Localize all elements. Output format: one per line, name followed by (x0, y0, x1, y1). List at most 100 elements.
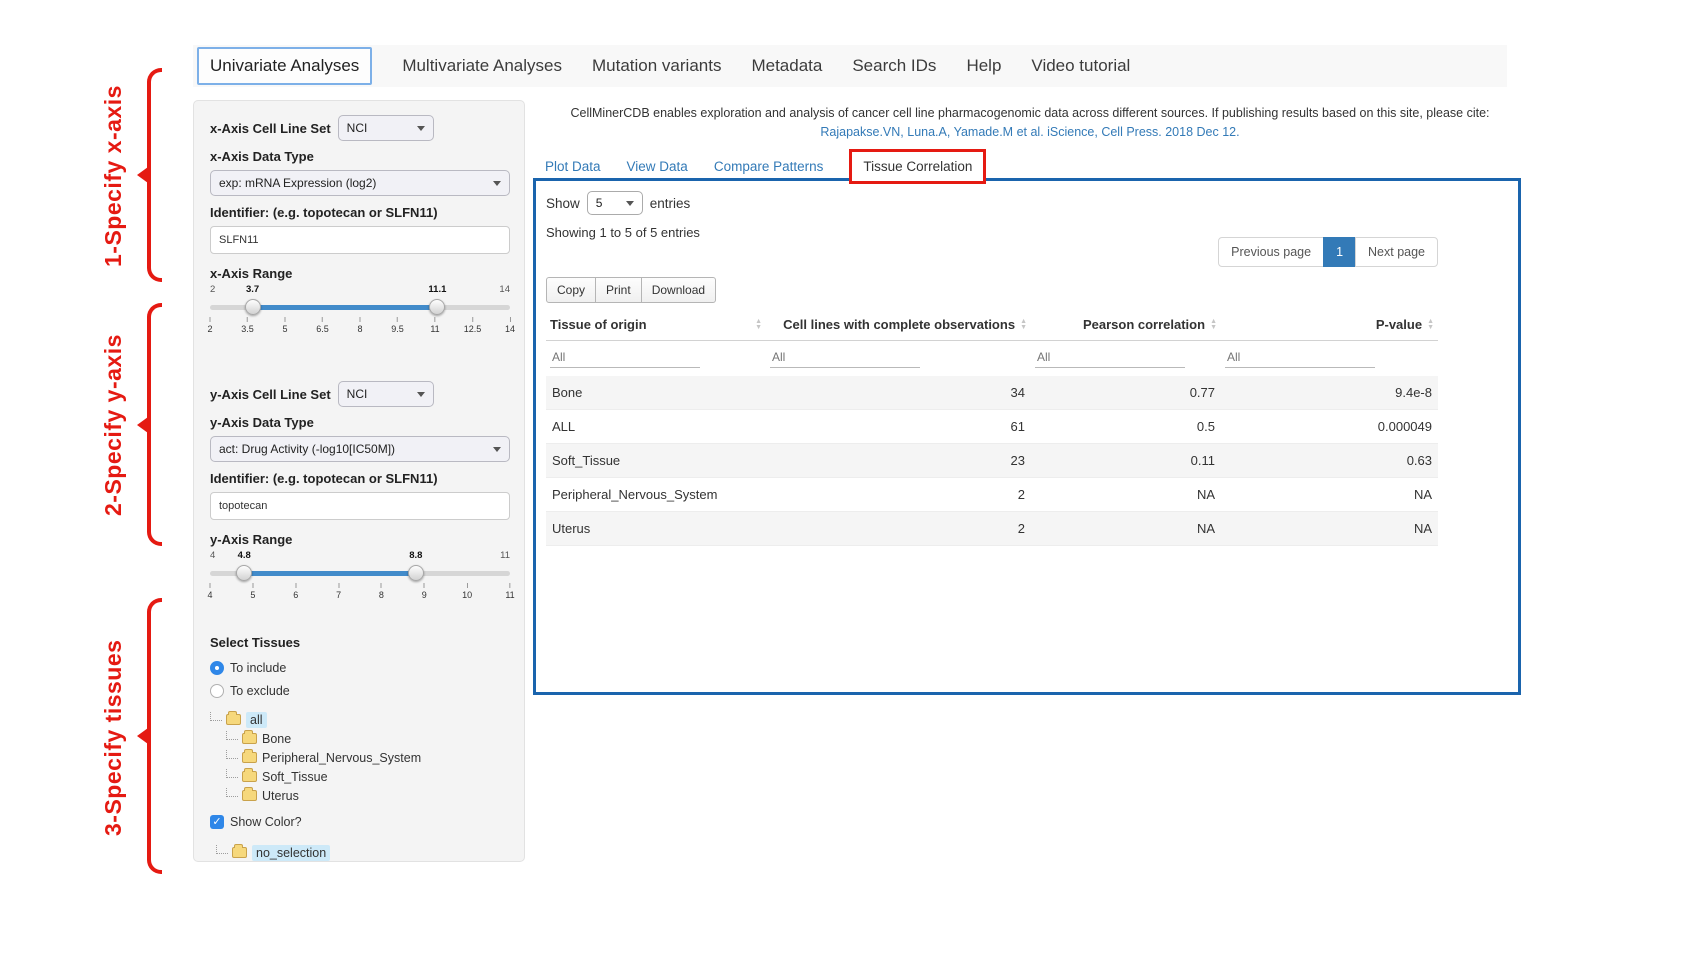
cell-pearson: 0.11 (1031, 444, 1221, 478)
y-range-fill (244, 571, 416, 576)
column-header-p-value[interactable]: P-value ▲▼ (1221, 311, 1438, 341)
tab-video-tutorial[interactable]: Video tutorial (1031, 56, 1130, 76)
folder-icon (242, 790, 257, 801)
sort-icon[interactable]: ▲▼ (1210, 319, 1217, 331)
x-data-type-value: exp: mRNA Expression (log2) (219, 176, 376, 190)
tab-univariate-analyses[interactable]: Univariate Analyses (197, 47, 372, 85)
y-data-type-select[interactable]: act: Drug Activity (-log10[IC50M]) (210, 436, 510, 462)
download-button[interactable]: Download (641, 277, 716, 303)
filter-pearson-input[interactable] (1035, 347, 1185, 368)
tree-node-no-selection[interactable]: no_selection (216, 843, 508, 862)
y-range-max-label: 11 (500, 550, 510, 561)
select-tissues-title: Select Tissues (210, 635, 508, 651)
cell-p-value: 0.63 (1221, 444, 1438, 478)
x-cell-line-set-value: NCI (347, 121, 368, 135)
tree-node-all[interactable]: all (210, 710, 508, 729)
column-header-pearson-correlation[interactable]: Pearson correlation ▲▼ (1031, 311, 1221, 341)
folder-icon (242, 733, 257, 744)
tab-search-ids[interactable]: Search IDs (852, 56, 936, 76)
subtab-plot-data[interactable]: Plot Data (545, 159, 601, 174)
include-radio[interactable] (210, 661, 224, 675)
citation-text: CellMinerCDB enables exploration and ana… (540, 104, 1520, 123)
x-range-handle-high[interactable] (429, 299, 445, 315)
annotation-step1-bracket (147, 68, 162, 282)
folder-icon (232, 847, 247, 858)
y-data-type-value: act: Drug Activity (-log10[IC50M]) (219, 442, 395, 456)
filter-tissue-of-origin-input[interactable] (550, 347, 700, 368)
tab-mutation-variants[interactable]: Mutation variants (592, 56, 721, 76)
tree-node-soft-tissue[interactable]: Soft_Tissue (226, 767, 508, 786)
print-button[interactable]: Print (595, 277, 642, 303)
tree-connector (226, 731, 238, 740)
y-range-handle-low[interactable] (236, 565, 252, 581)
sort-icon[interactable]: ▲▼ (1020, 319, 1027, 331)
cell-p-value: 0.000049 (1221, 410, 1438, 444)
y-range-track[interactable] (210, 565, 510, 581)
y-range-to-label: 8.8 (409, 550, 422, 561)
show-entries-control: Show 5 entries (546, 191, 690, 215)
subtab-compare-patterns[interactable]: Compare Patterns (714, 159, 824, 174)
citation-link[interactable]: Rajapakse.VN, Luna.A, Yamade.M et al. iS… (820, 125, 1239, 139)
column-header-cell-lines[interactable]: Cell lines with complete observations ▲▼ (766, 311, 1031, 341)
cell-cell-lines: 34 (766, 376, 1031, 410)
y-range-ticks: 4 5 6 7 8 9 10 11 (210, 583, 510, 607)
x-data-type-select[interactable]: exp: mRNA Expression (log2) (210, 170, 510, 196)
tree-connector (226, 769, 238, 778)
previous-page-button[interactable]: Previous page (1218, 237, 1324, 267)
entries-count-select[interactable]: 5 (587, 191, 643, 215)
tab-help[interactable]: Help (966, 56, 1001, 76)
y-cell-line-set-value: NCI (347, 387, 368, 401)
cell-pearson: NA (1031, 478, 1221, 512)
table-row: ALL 61 0.5 0.000049 (546, 410, 1438, 444)
x-range-handle-low[interactable] (245, 299, 261, 315)
cell-cell-lines: 23 (766, 444, 1031, 478)
next-page-button[interactable]: Next page (1355, 237, 1438, 267)
cell-tissue: ALL (546, 410, 766, 444)
subtab-tissue-correlation[interactable]: Tissue Correlation (849, 149, 986, 184)
y-range-from-label: 4.8 (238, 550, 251, 561)
tree-node-bone[interactable]: Bone (226, 729, 508, 748)
y-range-min-label: 4 (210, 550, 215, 561)
show-color-label: Show Color? (230, 815, 302, 829)
x-identifier-input[interactable] (210, 226, 510, 254)
cell-pearson: 0.5 (1031, 410, 1221, 444)
y-range-slider: 4 4.8 8.8 11 4 5 6 7 8 9 10 11 (210, 550, 510, 607)
tree-node-peripheral-nervous-system[interactable]: Peripheral_Nervous_System (226, 748, 508, 767)
x-cell-line-set-label: x-Axis Cell Line Set (210, 121, 331, 136)
filter-cell-lines-input[interactable] (770, 347, 920, 368)
show-color-checkbox[interactable]: ✓ (210, 815, 224, 829)
y-range-handle-high[interactable] (408, 565, 424, 581)
analysis-subtabs: Plot Data View Data Compare Patterns Tis… (545, 149, 986, 184)
exclude-radio-label: To exclude (230, 684, 290, 698)
x-range-track[interactable] (210, 299, 510, 315)
exclude-radio[interactable] (210, 684, 224, 698)
y-cell-line-set-label: y-Axis Cell Line Set (210, 387, 331, 402)
chevron-down-icon (493, 447, 501, 452)
sort-icon[interactable]: ▲▼ (1427, 319, 1434, 331)
column-header-tissue-of-origin[interactable]: Tissue of origin ▲▼ (546, 311, 766, 341)
y-data-type-label: y-Axis Data Type (210, 415, 508, 431)
cell-tissue: Uterus (546, 512, 766, 546)
entries-count-value: 5 (596, 196, 603, 210)
copy-button[interactable]: Copy (546, 277, 596, 303)
folder-icon (242, 752, 257, 763)
tree-node-uterus[interactable]: Uterus (226, 786, 508, 805)
showing-entries-text: Showing 1 to 5 of 5 entries (546, 225, 700, 240)
controls-sidebar: x-Axis Cell Line Set NCI x-Axis Data Typ… (193, 100, 525, 862)
filter-p-value-input[interactable] (1225, 347, 1375, 368)
x-identifier-label: Identifier: (e.g. topotecan or SLFN11) (210, 205, 508, 221)
tree-connector (216, 845, 228, 854)
tree-connector (226, 788, 238, 797)
y-identifier-input[interactable] (210, 492, 510, 520)
tab-metadata[interactable]: Metadata (751, 56, 822, 76)
x-cell-line-set-select[interactable]: NCI (338, 115, 434, 141)
tab-multivariate-analyses[interactable]: Multivariate Analyses (402, 56, 562, 76)
subtab-view-data[interactable]: View Data (627, 159, 688, 174)
page-1-button[interactable]: 1 (1323, 237, 1356, 267)
chevron-down-icon (417, 126, 425, 131)
y-cell-line-set-select[interactable]: NCI (338, 381, 434, 407)
x-range-ticks: 2 3.5 5 6.5 8 9.5 11 12.5 14 (210, 317, 510, 341)
sort-icon[interactable]: ▲▼ (755, 319, 762, 331)
folder-icon (242, 771, 257, 782)
x-range-from-label: 3.7 (246, 284, 259, 295)
